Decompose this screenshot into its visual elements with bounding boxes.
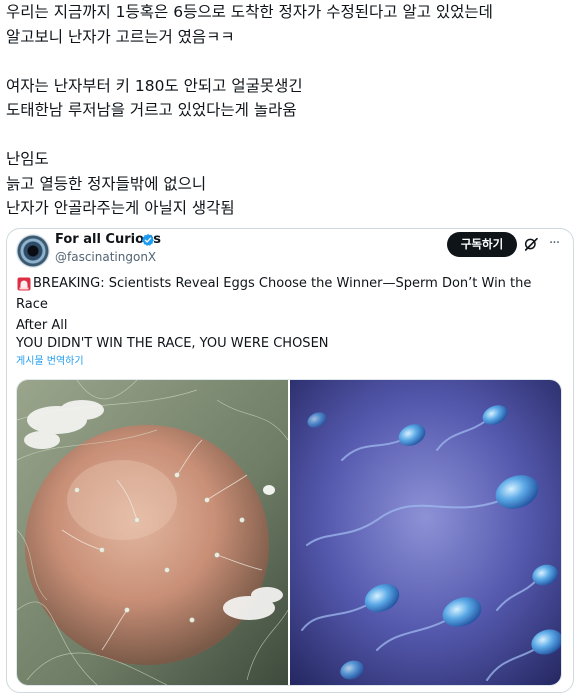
post-text-line: 우리는 지금까지 1등혹은 6등으로 도착한 정자가 수정된다고 알고 있었는데 [6, 3, 493, 21]
post-text-line [6, 49, 574, 74]
verified-badge-icon [141, 233, 154, 246]
post-body: 우리는 지금까지 1등혹은 6등으로 도착한 정자가 수정된다고 알고 있었는데… [6, 0, 574, 221]
avatar[interactable] [16, 234, 50, 268]
more-icon[interactable]: ··· [544, 234, 564, 254]
post-text-line: 여자는 난자부터 키 180도 안되고 얼굴못생긴 [6, 76, 303, 95]
headline-line: After All [16, 318, 68, 333]
post-text-line: 도태한남 루저남을 거르고 있었다는게 놀라움 [6, 101, 297, 119]
quoted-headline: BREAKING: Scientists Reveal Eggs Choose … [16, 273, 566, 336]
author-handle[interactable]: @fascinatingonX [55, 250, 156, 264]
translate-post-link[interactable]: 게시물 번역하기 [16, 354, 84, 370]
quoted-post-card[interactable]: For all Curious @fascinatingonX 구독하기 ···… [6, 228, 574, 693]
subscribe-button[interactable]: 구독하기 [447, 232, 517, 257]
post-text-line: 알고보니 난자가 고르는거 였음ㅋㅋ [6, 27, 235, 46]
egg-and-sperm-image [17, 380, 561, 685]
post-text-line: 난임도 [6, 150, 49, 168]
grok-icon[interactable] [523, 236, 539, 252]
post-text-line: 늙고 열등한 정자들밖에 없으니 [6, 174, 207, 193]
quoted-subheadline: YOU DIDN'T WIN THE RACE, YOU WERE CHOSEN [16, 336, 329, 351]
headline-line: BREAKING: Scientists Reveal Eggs Choose … [16, 276, 532, 312]
post-text-line: 난자가 안골라주는게 아닐지 생각됨 [6, 199, 235, 217]
quoted-media-image[interactable] [16, 379, 562, 686]
post-text-line [6, 123, 574, 148]
